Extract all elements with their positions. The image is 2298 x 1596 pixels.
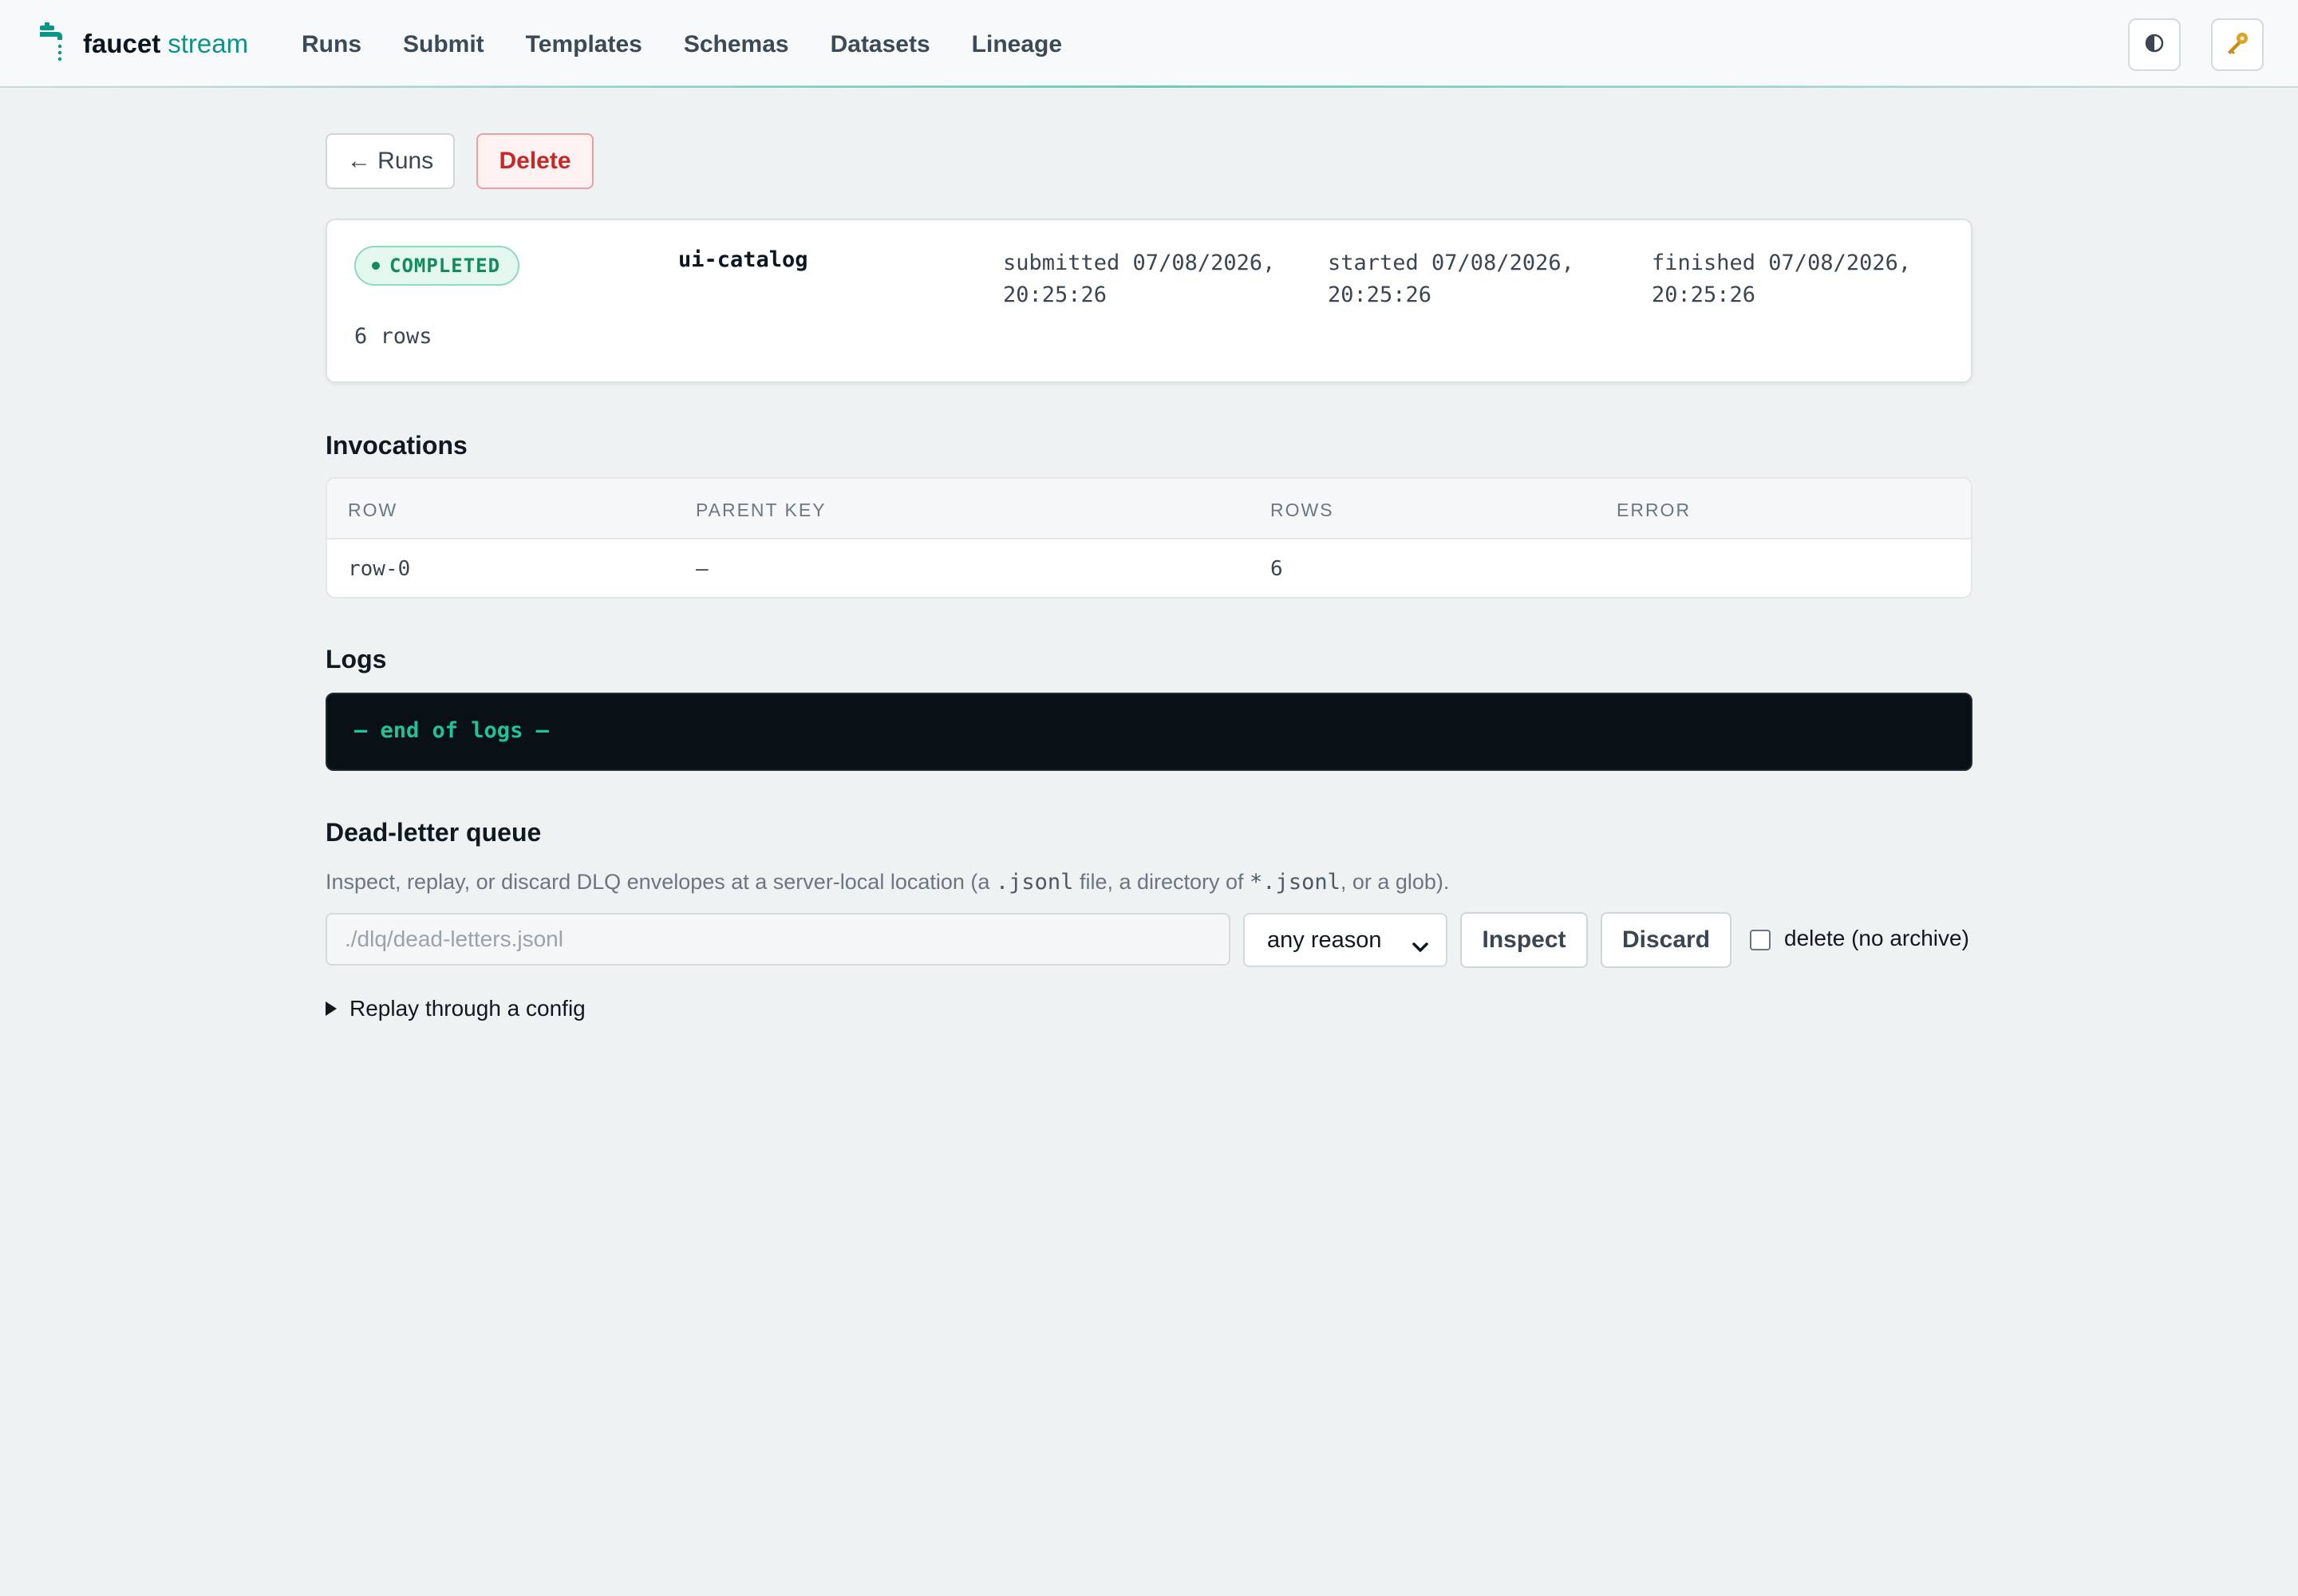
inspect-button[interactable]: Inspect bbox=[1460, 912, 1588, 968]
invocations-heading: Invocations bbox=[326, 431, 468, 460]
column-header-row: ROW bbox=[348, 500, 398, 520]
column-header-error: ERROR bbox=[1617, 500, 1692, 520]
rows-count: 6 rows bbox=[354, 324, 432, 349]
nav-schemas[interactable]: Schemas bbox=[684, 27, 789, 62]
theme-toggle-icon bbox=[2144, 33, 2165, 57]
main-nav: Runs Submit Templates Schemas Datasets L… bbox=[302, 27, 1104, 62]
column-header-parent-key: PARENT KEY bbox=[696, 500, 827, 520]
nav-datasets[interactable]: Datasets bbox=[831, 27, 930, 62]
top-bar: faucet stream Runs Submit Templates Schem… bbox=[0, 0, 2298, 88]
delete-no-archive-checkbox[interactable] bbox=[1750, 930, 1771, 950]
brand-name: faucet bbox=[83, 29, 161, 58]
nav-templates[interactable]: Templates bbox=[526, 27, 642, 62]
delete-run-button[interactable]: Delete bbox=[476, 133, 594, 189]
api-key-button[interactable] bbox=[2211, 18, 2264, 71]
logs-console[interactable]: — end of logs — bbox=[326, 693, 1972, 771]
nav-runs[interactable]: Runs bbox=[302, 27, 361, 62]
reason-select[interactable]: any reason bbox=[1243, 913, 1447, 967]
discard-button[interactable]: Discard bbox=[1601, 912, 1731, 968]
replay-disclosure-label: Replay through a config bbox=[349, 996, 586, 1021]
status-dot-icon bbox=[372, 262, 380, 270]
dlq-description: Inspect, replay, or discard DLQ envelope… bbox=[326, 870, 1450, 895]
column-header-rows: ROWS bbox=[1270, 500, 1334, 520]
started-timestamp: started 07/08/2026, 20:25:26 bbox=[1328, 251, 1574, 307]
back-to-runs-button[interactable]: ← Runs bbox=[326, 133, 455, 189]
reason-select-value: any reason bbox=[1267, 926, 1382, 953]
finished-timestamp: finished 07/08/2026, 20:25:26 bbox=[1652, 251, 1912, 307]
delete-no-archive-label[interactable]: delete (no archive) bbox=[1784, 926, 1969, 951]
cell-row: row-0 bbox=[348, 557, 411, 581]
log-line: — end of logs — bbox=[354, 718, 549, 743]
disclosure-triangle-icon bbox=[326, 1001, 337, 1016]
brand[interactable]: faucet stream bbox=[37, 22, 248, 65]
dlq-path-input[interactable] bbox=[326, 913, 1230, 966]
chevron-down-icon bbox=[1412, 934, 1428, 960]
theme-toggle-button[interactable] bbox=[2128, 18, 2181, 71]
cell-rows: 6 bbox=[1270, 557, 1283, 581]
faucet-logo-icon bbox=[37, 22, 69, 65]
logs-heading: Logs bbox=[326, 645, 387, 674]
status-badge: COMPLETED bbox=[354, 246, 520, 286]
invocations-table: ROW PARENT KEY ROWS ERROR row-0 — 6 bbox=[326, 477, 1972, 598]
run-name: ui-catalog bbox=[678, 247, 808, 272]
submitted-timestamp: submitted 07/08/2026, 20:25:26 bbox=[1003, 251, 1276, 307]
brand-suffix: stream bbox=[168, 29, 249, 58]
nav-lineage[interactable]: Lineage bbox=[972, 27, 1062, 62]
cell-parent-key: — bbox=[696, 557, 709, 581]
status-text: COMPLETED bbox=[389, 255, 501, 277]
replay-disclosure[interactable]: Replay through a config bbox=[326, 996, 586, 1021]
key-icon bbox=[2224, 30, 2251, 61]
table-header: ROW PARENT KEY ROWS ERROR bbox=[327, 479, 1971, 539]
run-summary-card: COMPLETED ui-catalog submitted 07/08/202… bbox=[326, 219, 1972, 383]
dlq-heading: Dead-letter queue bbox=[326, 818, 542, 847]
nav-submit[interactable]: Submit bbox=[403, 27, 484, 62]
